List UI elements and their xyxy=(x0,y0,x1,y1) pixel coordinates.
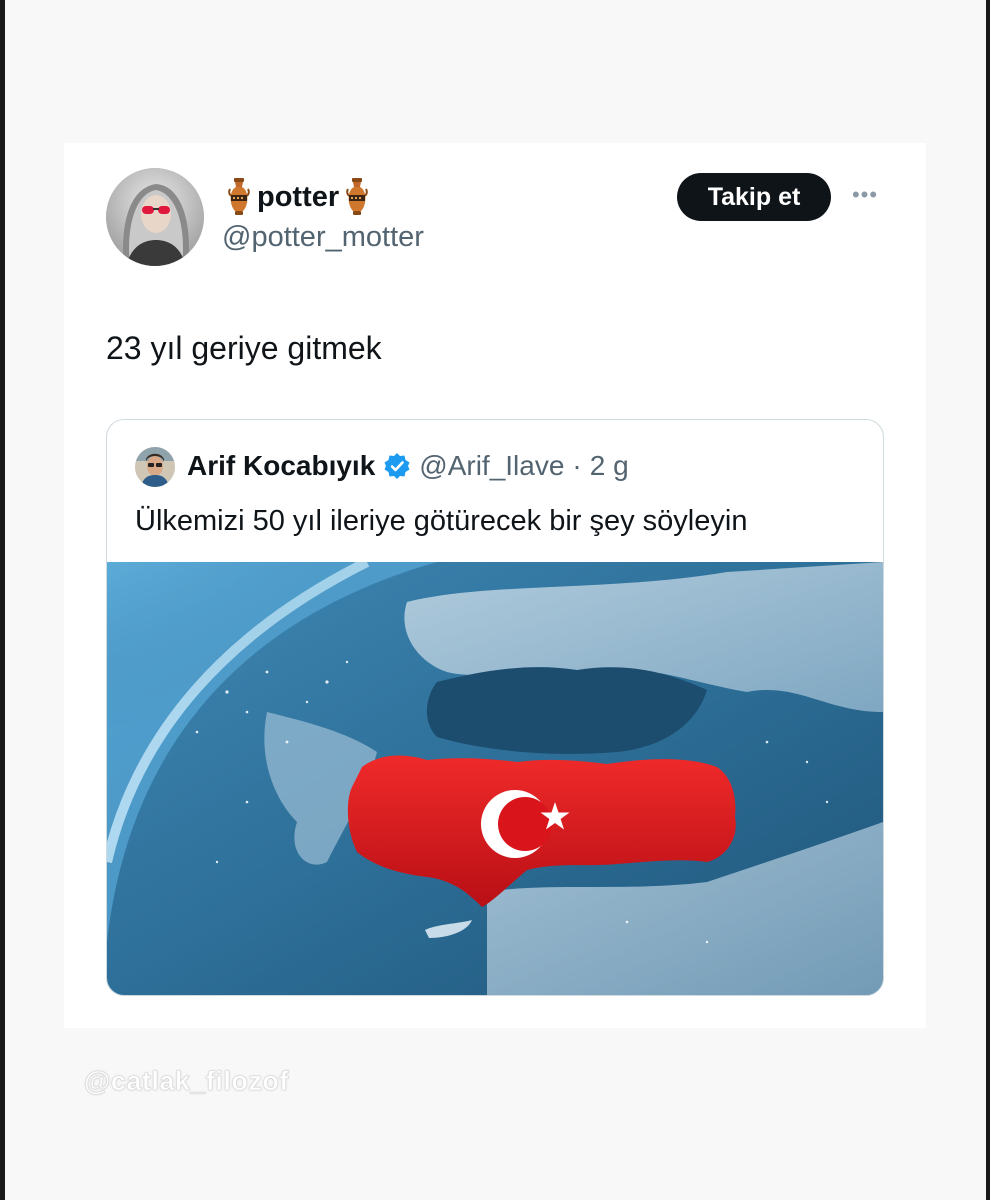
verified-badge-icon xyxy=(383,452,411,480)
quoted-text: Ülkemizi 50 yıl ileriye götürecek bir şe… xyxy=(135,505,748,537)
amphora-icon xyxy=(345,177,369,217)
more-horizontal-icon[interactable]: ••• xyxy=(849,183,881,207)
quoted-image-turkey-map[interactable] xyxy=(107,562,883,995)
amphora-icon xyxy=(227,177,251,217)
tweet-card: potter @potter_motter Takip et ••• 23 yı… xyxy=(64,143,926,1028)
follow-button[interactable]: Takip et xyxy=(677,173,831,221)
quoted-tweet[interactable]: Arif Kocabıyık @Arif_Ilave · 2 g Ülkemiz… xyxy=(106,419,884,996)
author-name-row[interactable]: potter xyxy=(227,177,369,217)
quoted-author-avatar[interactable] xyxy=(135,447,175,487)
author-display-name: potter xyxy=(257,180,340,213)
left-border xyxy=(0,0,5,1200)
dot-separator: · xyxy=(572,450,582,481)
tweet-text: 23 yıl geriye gitmek xyxy=(106,330,382,366)
author-handle[interactable]: @potter_motter xyxy=(222,221,424,254)
quoted-display-name[interactable]: Arif Kocabıyık xyxy=(187,450,375,482)
watermark: @catlak_filozof xyxy=(84,1066,289,1097)
author-avatar[interactable] xyxy=(106,168,204,266)
right-border xyxy=(986,0,990,1200)
quoted-header: Arif Kocabıyık @Arif_Ilave · 2 g xyxy=(187,450,629,482)
quoted-handle[interactable]: @Arif_Ilave xyxy=(419,450,564,482)
quoted-time[interactable]: 2 g xyxy=(590,450,629,482)
